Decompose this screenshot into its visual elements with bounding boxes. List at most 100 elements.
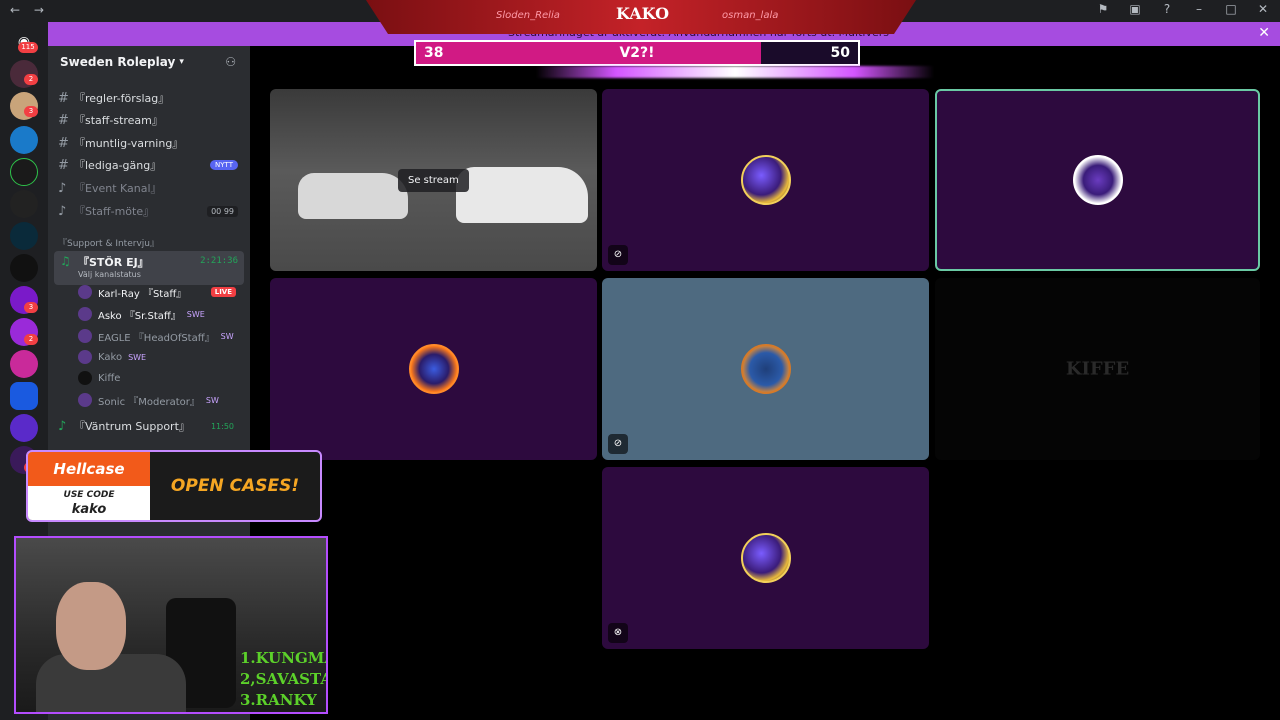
voice-user[interactable]: Karl-Ray 『Staff』 LIVE (78, 282, 242, 302)
channel-label: 『staff-stream』 (74, 114, 163, 127)
hellcase-ad: Hellcase USE CODE kako OPEN CASES! (26, 450, 322, 522)
forward-arrow-icon[interactable]: → (34, 3, 44, 17)
voice-user[interactable]: Kako SWE (78, 347, 242, 367)
server-icon[interactable] (10, 414, 38, 442)
promo-code: kako (71, 502, 107, 517)
help-icon[interactable]: ? (1158, 2, 1176, 16)
voice-user[interactable]: EAGLE 『HeadOfStaff』 SW (78, 326, 242, 346)
avatar (78, 393, 92, 407)
role-tag: SWE (186, 309, 205, 319)
channel-item[interactable]: # 『lediga-gäng』 NYTT (58, 155, 242, 175)
role-tag: SW (205, 395, 219, 405)
participant-tile[interactable] (270, 278, 597, 460)
maximize-icon[interactable]: □ (1222, 2, 1240, 16)
vote-bar: 38 V2?! 50 (414, 40, 860, 66)
voice-channel-name: 『STÖR EJ』 (78, 256, 149, 269)
close-window-icon[interactable]: ✕ (1254, 2, 1272, 16)
hash-icon: # (58, 90, 69, 106)
server-icon[interactable] (10, 222, 38, 250)
channel-item[interactable]: # 『muntlig-varning』 (58, 133, 242, 153)
avatar (78, 285, 92, 299)
avatar (78, 350, 92, 364)
participant-tile[interactable]: ⊗ (602, 467, 929, 649)
watch-stream-button[interactable]: Se stream (398, 169, 469, 192)
lightning-effect (536, 66, 934, 78)
hellcase-logo: Hellcase (28, 452, 150, 486)
add-user-icon[interactable]: ⚇ (225, 55, 236, 69)
participant-tile[interactable]: ⊘ (602, 89, 929, 271)
close-notice-icon[interactable]: ✕ (1258, 25, 1270, 41)
stream-overlay-banner: Sloden_Relia KAKO osman_lala (366, 0, 916, 34)
stream-tile[interactable]: Se stream (270, 89, 597, 271)
rank-item: 2,SAVASTANO (240, 670, 326, 688)
server-icon[interactable] (10, 190, 38, 218)
category-header[interactable]: 『Support & Intervju』 (58, 236, 159, 249)
channel-item[interactable]: # 『regler-förslag』 (58, 88, 242, 108)
voice-user[interactable]: Sonic 『Moderator』 SW (78, 390, 242, 410)
avatar (78, 307, 92, 321)
participant-tile[interactable]: KIFFE (935, 278, 1260, 460)
server-icon[interactable] (10, 126, 38, 154)
participant-tile[interactable]: ⊘ (602, 278, 929, 460)
overlay-name-right: osman_lala (722, 10, 779, 21)
speaker-icon: ♪ (58, 418, 67, 434)
voice-timer: 11:50 (210, 421, 234, 431)
avatar (78, 371, 92, 385)
speaker-icon: ♪ (58, 203, 67, 219)
channel-status[interactable]: Välj kanalstatus (78, 270, 141, 279)
participant-name: KIFFE (1065, 358, 1130, 380)
vote-question: V2?! (619, 45, 655, 61)
voice-user[interactable]: Asko 『Sr.Staff』 SWE (78, 304, 242, 324)
avatar (78, 329, 92, 343)
server-icon[interactable] (10, 158, 38, 186)
voice-timer: 2:21:36 (200, 256, 238, 266)
overlay-logo: KAKO (616, 4, 670, 23)
open-cases-text: OPEN CASES! (170, 476, 300, 496)
inbox-icon[interactable]: ▣ (1126, 2, 1144, 16)
channel-label: 『Event Kanal』 (74, 182, 162, 195)
server-icon[interactable] (10, 350, 38, 378)
channel-item[interactable]: # 『staff-stream』 (58, 110, 242, 130)
overlay-name-left: Sloden_Relia (496, 10, 560, 21)
voice-user[interactable]: Kiffe (78, 368, 242, 388)
new-badge: NYTT (210, 160, 238, 170)
server-badge: 3 (24, 106, 38, 117)
back-arrow-icon[interactable]: ← (10, 3, 20, 17)
participant-tile[interactable] (935, 89, 1260, 271)
server-name: Sweden Roleplay (60, 55, 176, 69)
minimize-icon[interactable]: – (1190, 2, 1208, 16)
vote-right-count: 50 (830, 45, 850, 61)
channel-label: 『Staff-möte』 (74, 205, 155, 218)
avatar (740, 533, 791, 583)
avatar (740, 155, 791, 205)
channel-item[interactable]: ♪ 『Event Kanal』 (58, 178, 242, 198)
chevron-down-icon: ▾ (179, 57, 184, 67)
avatar (740, 344, 791, 394)
hash-icon: # (58, 157, 69, 173)
avatar (408, 344, 459, 394)
channel-item[interactable]: ♪ 『Staff-möte』 00 99 (58, 201, 242, 221)
server-badge: 2 (24, 334, 38, 345)
video-grid: Se stream ⊘ ⊘ KIFFE ⊗ (250, 46, 1280, 720)
channel-item[interactable]: ♪ 『Väntrum Support』 11:50 (58, 416, 242, 436)
speaker-icon: ♫ (60, 254, 71, 268)
server-badge: 3 (24, 302, 38, 313)
use-code-label: USE CODE (63, 490, 115, 500)
rank-item: 1.KUNGMARC (240, 649, 326, 667)
role-tag: SW (220, 331, 234, 341)
server-header[interactable]: Sweden Roleplay ▾ ⚇ (48, 46, 250, 78)
role-tag: SWE (128, 352, 147, 362)
live-badge: LIVE (210, 287, 236, 297)
flag-icon[interactable]: ⚑ (1094, 2, 1112, 16)
mention-badge: 115 (18, 42, 38, 53)
hash-icon: # (58, 135, 69, 151)
voice-channel-active[interactable]: ♫ 『STÖR EJ』 Välj kanalstatus 2:21:36 (54, 251, 244, 285)
hash-icon: # (58, 112, 69, 128)
speaker-icon: ♪ (58, 180, 67, 196)
server-icon[interactable] (10, 254, 38, 282)
ranking-list: 1.KUNGMARC 2,SAVASTANO 3.RANKY (240, 648, 326, 711)
server-icon[interactable] (10, 382, 38, 410)
voice-count: 00 99 (207, 205, 238, 217)
vote-left-count: 38 (424, 45, 444, 61)
muted-mic-icon: ⊘ (608, 434, 628, 454)
